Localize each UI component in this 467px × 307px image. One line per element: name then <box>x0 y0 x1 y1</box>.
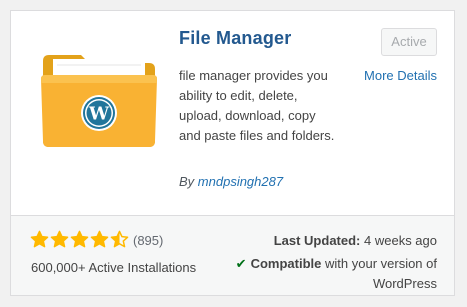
star-filled-icon <box>90 230 109 248</box>
author-link[interactable]: mndpsingh287 <box>198 174 283 189</box>
star-filled-icon <box>50 230 69 248</box>
folder-wordpress-icon[interactable]: W <box>35 31 163 159</box>
plugin-card-bottom: (895) 600,000+ Active Installations Last… <box>11 215 454 295</box>
last-updated-label: Last Updated: <box>273 233 361 248</box>
active-installations: 600,000+ Active Installations <box>31 260 197 275</box>
star-filled-icon <box>70 230 89 248</box>
plugin-card: W File Manager Active More Details file … <box>10 10 455 296</box>
plugin-description: file manager provides you ability to edi… <box>179 68 335 143</box>
plugin-author: By mndpsingh287 <box>179 174 283 189</box>
compat-text: with your version of WordPress <box>325 256 437 291</box>
compatibility: ✔ Compatible with your version of WordPre… <box>232 254 437 294</box>
star-filled-icon <box>30 230 49 248</box>
last-updated: Last Updated: 4 weeks ago <box>274 233 437 248</box>
compat-label: Compatible <box>250 256 322 271</box>
star-rating <box>30 230 129 249</box>
rating-count: (895) <box>133 233 164 248</box>
plugin-title-link[interactable]: File Manager <box>179 28 291 49</box>
checkmark-icon: ✔ <box>235 256 247 271</box>
plugin-card-top: W File Manager Active More Details file … <box>11 11 454 215</box>
more-details-link[interactable]: More Details <box>364 68 437 83</box>
author-prefix: By <box>179 174 195 189</box>
last-updated-value: 4 weeks ago <box>364 233 437 248</box>
star-half-icon <box>110 230 129 248</box>
svg-text:W: W <box>88 104 110 125</box>
active-button[interactable]: Active <box>381 28 437 56</box>
